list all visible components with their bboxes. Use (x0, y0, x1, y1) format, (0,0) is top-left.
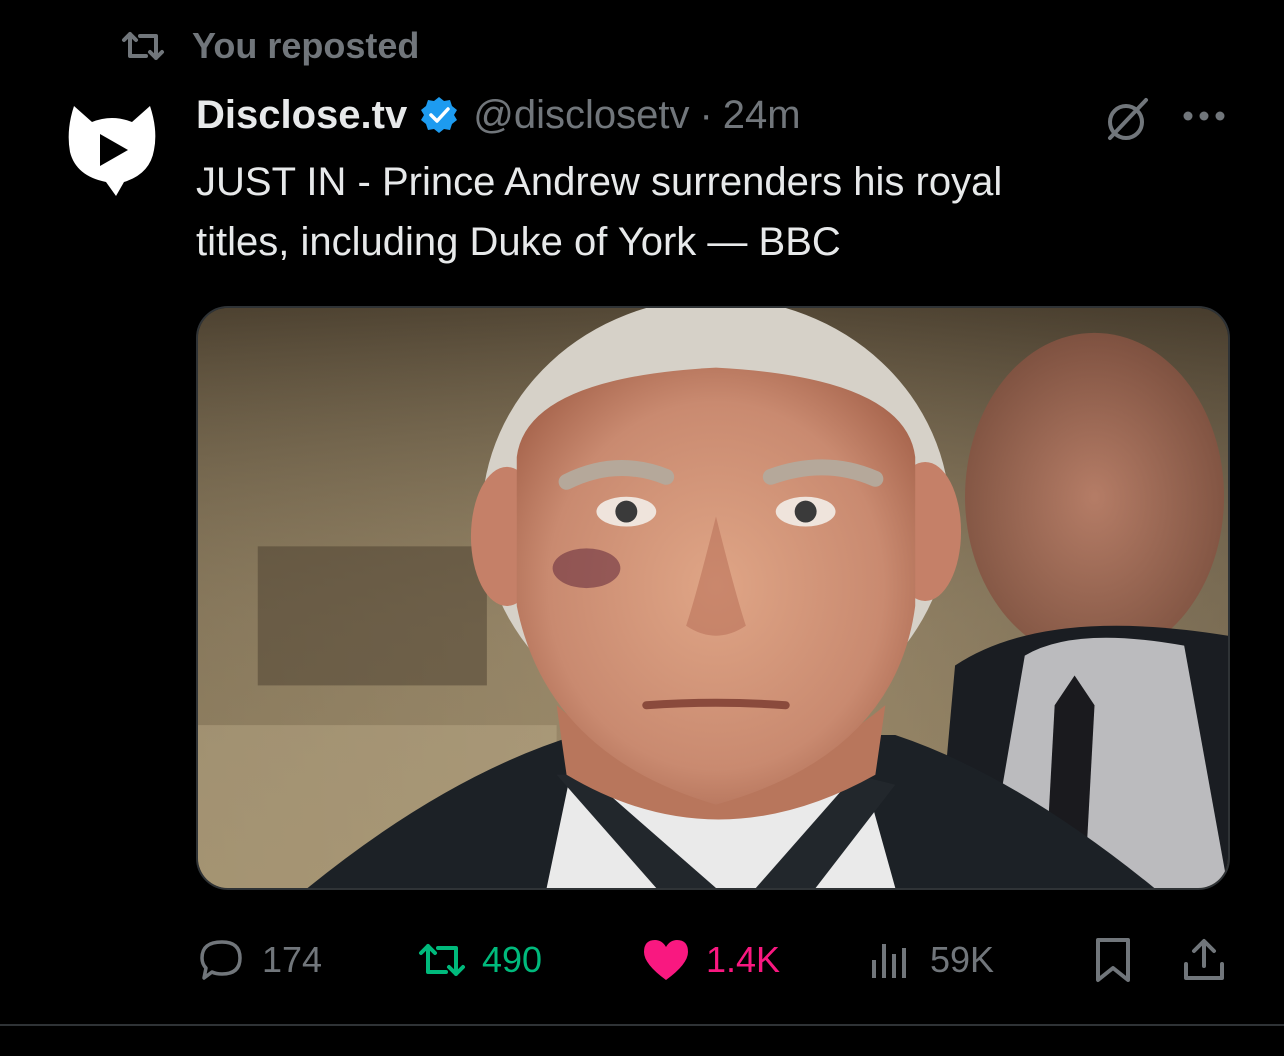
views-icon (872, 944, 906, 978)
bookmark-icon (1096, 938, 1130, 982)
tweet-text-line: titles, including Duke of York — BBC (196, 220, 841, 264)
tweet-photo[interactable] (196, 306, 1230, 890)
tweet-text: JUST IN - Prince Andrew surrenders his r… (196, 152, 1216, 272)
share-icon (1184, 939, 1224, 980)
disclose-logo-icon (68, 106, 156, 196)
grok-icon (1108, 98, 1148, 140)
tweet-actions: 174 490 1.4K 59K (196, 930, 1236, 990)
social-context: You reposted (120, 24, 419, 68)
divider (0, 1024, 1284, 1026)
repost-icon (122, 32, 164, 60)
grok-button[interactable] (1100, 92, 1154, 146)
separator-dot: · (699, 92, 713, 137)
repost-icon (419, 944, 465, 976)
views-count: 59K (930, 939, 995, 980)
reply-count: 174 (262, 939, 323, 980)
author-handle[interactable]: @disclosetv (473, 93, 689, 138)
repost-button[interactable]: 490 (416, 930, 542, 990)
tweet-text-line: JUST IN - Prince Andrew surrenders his r… (196, 160, 1003, 204)
bookmark-button[interactable] (1088, 930, 1140, 990)
more-options-button[interactable] (1178, 96, 1230, 136)
repost-count: 490 (482, 939, 543, 980)
heart-icon (644, 940, 688, 980)
reply-icon (200, 940, 242, 980)
photo-image (198, 308, 1228, 888)
tweet-header: Disclose.tv @disclosetv · 24m (196, 88, 801, 142)
views-button[interactable]: 59K (864, 930, 994, 990)
more-dots-icon (1183, 111, 1225, 121)
like-count: 1.4K (706, 939, 781, 980)
reply-button[interactable]: 174 (196, 930, 322, 990)
social-context-label: You reposted (192, 25, 420, 66)
timestamp[interactable]: 24m (723, 93, 801, 138)
verified-badge-icon (421, 97, 458, 133)
share-button[interactable] (1178, 930, 1230, 990)
tweet-card[interactable]: You reposted Disclose.tv @disclosetv · 2… (0, 0, 1284, 1056)
like-button[interactable]: 1.4K (640, 930, 780, 990)
avatar[interactable] (60, 96, 164, 200)
author-name[interactable]: Disclose.tv (196, 93, 407, 138)
